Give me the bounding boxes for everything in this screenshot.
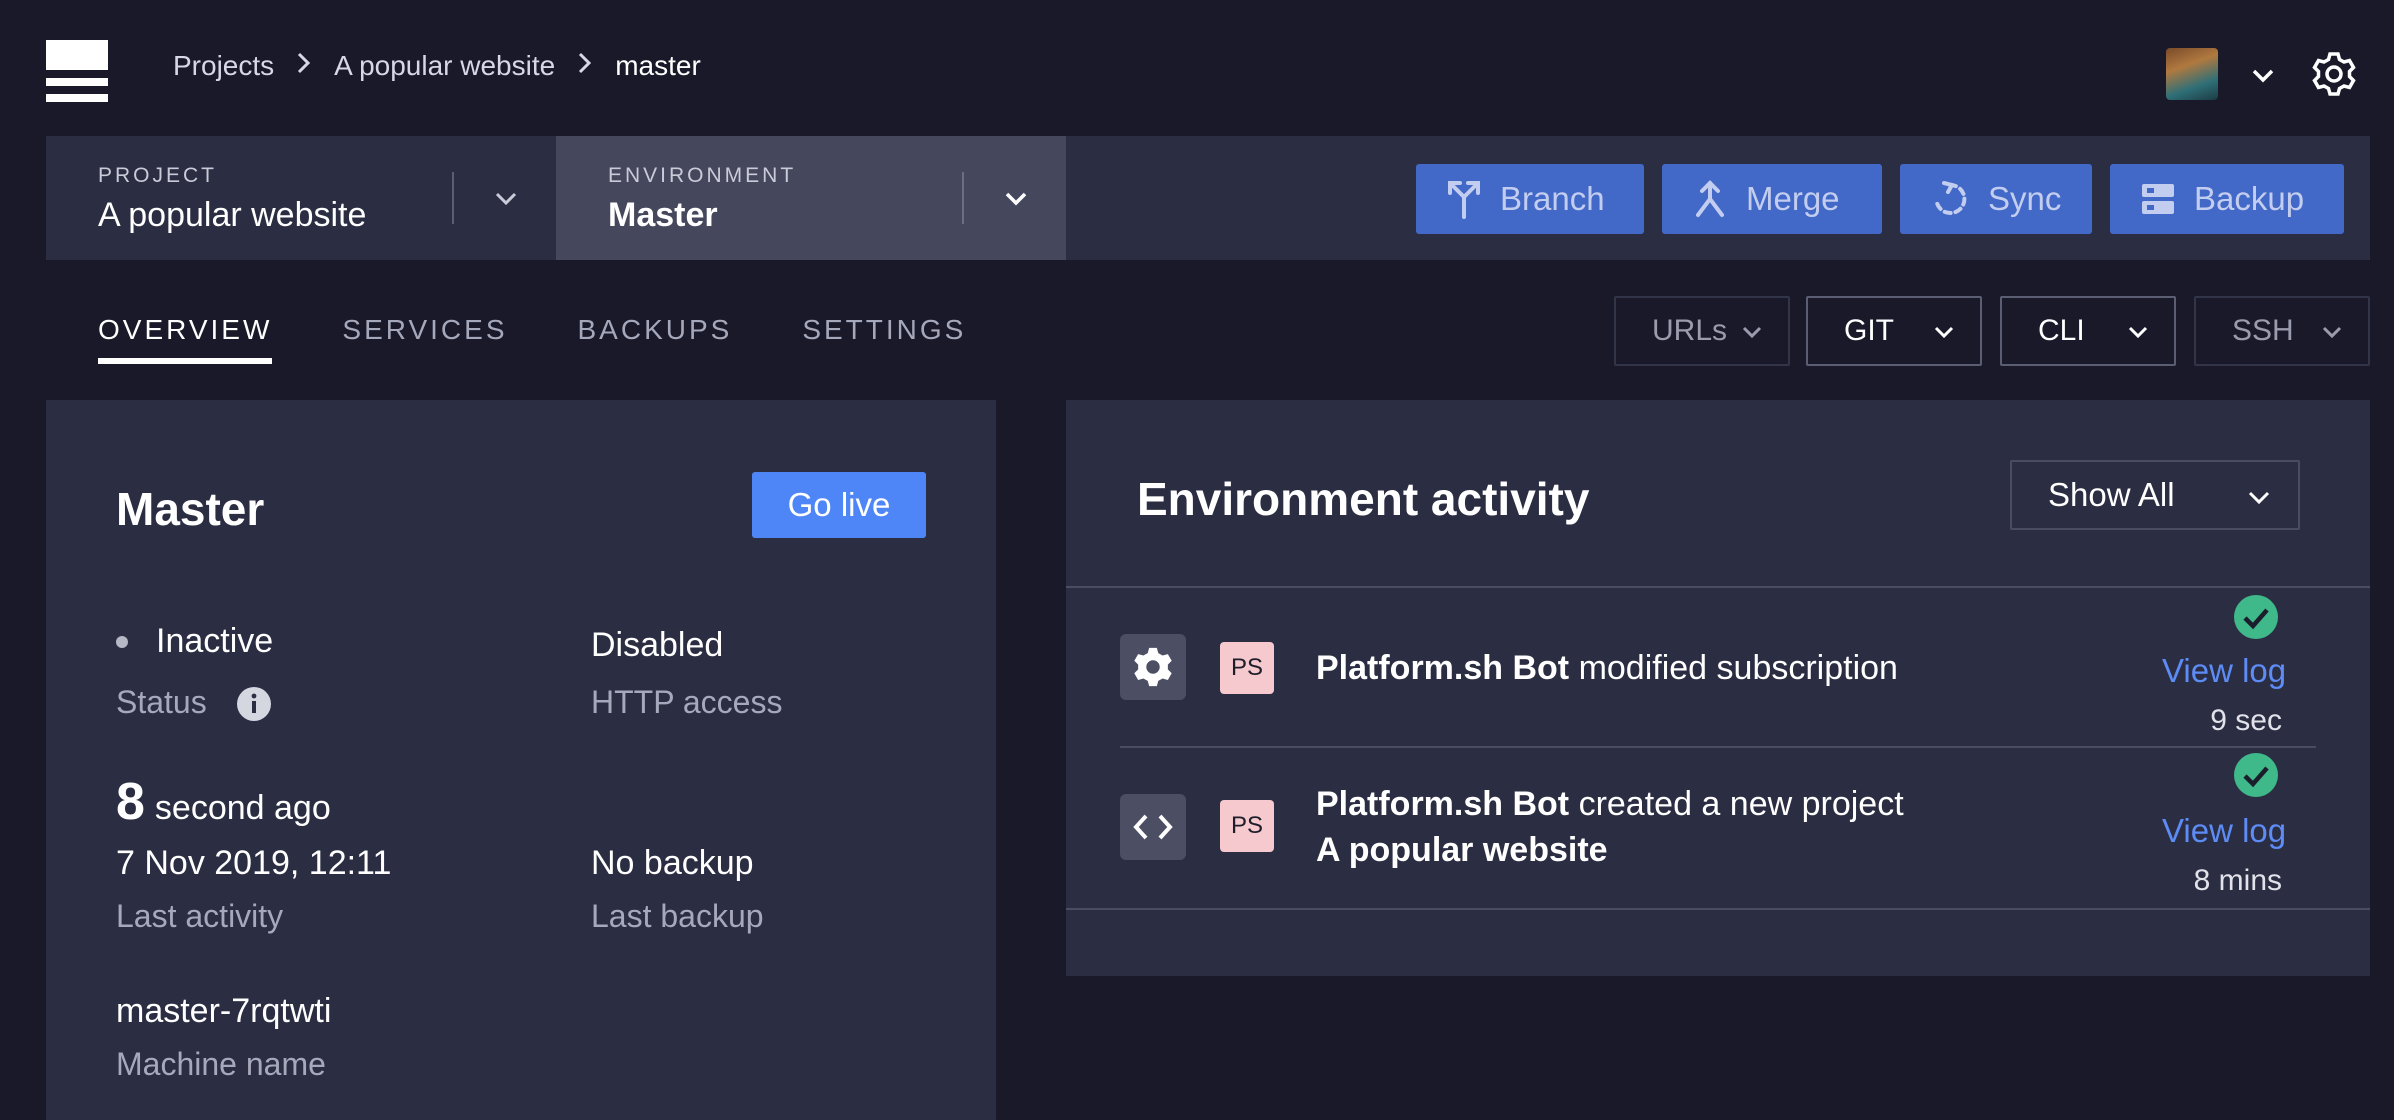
breadcrumb: Projects A popular website master: [173, 50, 701, 82]
project-selector-label: PROJECT: [98, 164, 218, 187]
machine-name-label: Machine name: [116, 1046, 326, 1082]
chevron-down-icon[interactable]: [492, 184, 520, 212]
cli-dropdown-label: CLI: [2038, 314, 2085, 347]
breadcrumb-environment: master: [615, 50, 701, 81]
environment-selector-value: Master: [608, 196, 718, 234]
urls-dropdown-label: URLs: [1652, 314, 1728, 347]
avatar[interactable]: [2166, 48, 2218, 100]
backup-button[interactable]: Backup: [2110, 164, 2344, 234]
success-check-icon: [2233, 594, 2279, 640]
branch-icon: [1448, 181, 1480, 219]
git-dropdown[interactable]: GIT: [1806, 296, 1982, 366]
http-access-label: HTTP access: [591, 684, 783, 720]
activity-actor: Platform.sh Bot: [1316, 785, 1570, 823]
success-check-icon: [2233, 752, 2279, 798]
last-activity-label: Last activity: [116, 898, 284, 934]
last-activity-relative: 8 second ago: [116, 772, 331, 832]
status-value: Inactive: [156, 622, 274, 660]
branch-button[interactable]: Branch: [1416, 164, 1644, 234]
tab-bar: OVERVIEW SERVICES BACKUPS SETTINGS: [98, 314, 1036, 364]
activity-description: Platform.sh Bot created a new project A …: [1316, 781, 1904, 873]
sync-icon: [1935, 181, 1967, 215]
view-log-link[interactable]: View log: [2162, 812, 2286, 850]
sync-label: Sync: [1988, 180, 2062, 217]
platform-logo[interactable]: [46, 40, 108, 102]
ssh-dropdown[interactable]: SSH: [2194, 296, 2370, 366]
last-backup-label: Last backup: [591, 898, 764, 934]
cli-dropdown[interactable]: CLI: [2000, 296, 2176, 366]
merge-label: Merge: [1746, 180, 1840, 217]
info-icon[interactable]: [236, 686, 272, 722]
activity-filter-label: Show All: [2048, 476, 2175, 513]
activity-time: 9 sec: [2210, 704, 2282, 737]
chevron-right-icon: [296, 51, 312, 82]
divider: [1066, 586, 2370, 588]
merge-icon: [1696, 180, 1724, 217]
sync-button[interactable]: Sync: [1900, 164, 2092, 234]
activity-title: Environment activity: [1137, 473, 1590, 525]
server-icon: [2142, 184, 2174, 214]
tab-settings[interactable]: SETTINGS: [802, 314, 966, 364]
activity-action: created a new project: [1578, 785, 1904, 823]
activity-type-icon: [1120, 794, 1186, 860]
last-activity-date: 7 Nov 2019, 12:11: [116, 844, 392, 882]
breadcrumb-projects[interactable]: Projects: [173, 50, 274, 82]
ssh-dropdown-label: SSH: [2232, 314, 2294, 347]
status-indicator-dot: [116, 636, 128, 648]
go-live-button[interactable]: Go live: [752, 472, 926, 538]
merge-button[interactable]: Merge: [1662, 164, 1882, 234]
divider: [1120, 746, 2316, 748]
environment-selector-label: ENVIRONMENT: [608, 164, 797, 187]
branch-label: Branch: [1500, 180, 1605, 217]
view-log-link[interactable]: View log: [2162, 652, 2286, 690]
chevron-down-icon: [1934, 326, 1954, 339]
tab-backups[interactable]: BACKUPS: [578, 314, 733, 364]
machine-name-value: master-7rqtwti: [116, 992, 332, 1030]
activity-type-icon: [1120, 634, 1186, 700]
environment-selector[interactable]: ENVIRONMENT Master: [556, 136, 1066, 260]
user-badge: PS: [1220, 642, 1274, 694]
activity-time: 8 mins: [2193, 864, 2282, 897]
activity-actor: Platform.sh Bot: [1316, 649, 1570, 687]
last-activity-unit: second ago: [154, 789, 331, 827]
git-dropdown-label: GIT: [1844, 314, 1894, 347]
environment-title: Master: [116, 483, 265, 535]
tab-overview[interactable]: OVERVIEW: [98, 314, 273, 364]
chevron-down-icon[interactable]: [2250, 62, 2276, 88]
backup-label: Backup: [2194, 180, 2305, 217]
chevron-down-icon: [2128, 326, 2148, 339]
user-badge: PS: [1220, 800, 1274, 852]
last-backup-value: No backup: [591, 844, 754, 882]
activity-action: modified subscription: [1578, 649, 1898, 687]
divider: [962, 172, 964, 224]
chevron-right-icon: [577, 51, 593, 82]
http-access-value: Disabled: [591, 626, 724, 664]
project-selector[interactable]: PROJECT A popular website: [46, 136, 556, 260]
gear-icon[interactable]: [2310, 50, 2358, 98]
last-activity-number: 8: [116, 773, 145, 831]
breadcrumb-project[interactable]: A popular website: [334, 50, 555, 82]
project-selector-value: A popular website: [98, 196, 367, 234]
status-label: Status: [116, 684, 207, 720]
chevron-down-icon: [2248, 491, 2270, 505]
activity-description: Platform.sh Bot modified subscription: [1316, 645, 1898, 691]
code-icon: [1133, 814, 1173, 840]
activity-filter-dropdown[interactable]: Show All: [2010, 460, 2300, 530]
urls-dropdown[interactable]: URLs: [1614, 296, 1790, 366]
gear-icon: [1134, 647, 1172, 687]
chevron-down-icon: [1742, 326, 1762, 339]
chevron-down-icon[interactable]: [1002, 184, 1030, 212]
tab-services[interactable]: SERVICES: [342, 314, 507, 364]
divider: [452, 172, 454, 224]
chevron-down-icon: [2322, 326, 2342, 339]
divider: [1066, 908, 2370, 910]
activity-target[interactable]: A popular website: [1316, 831, 1608, 869]
